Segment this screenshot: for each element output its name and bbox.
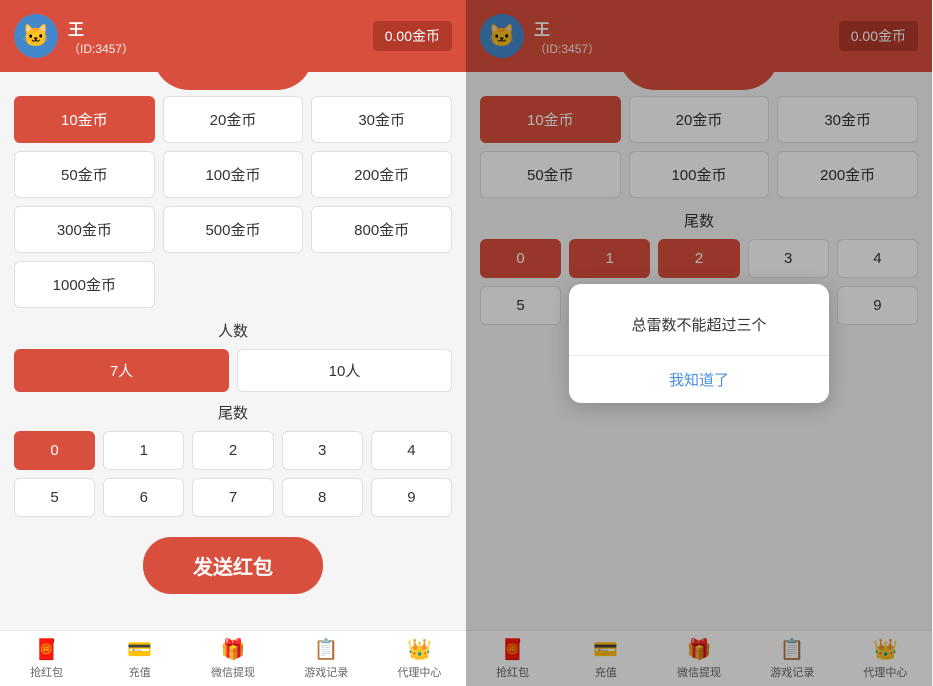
people-btn-7[interactable]: 7人 (14, 349, 229, 392)
right-modal-confirm-button[interactable]: 我知道了 (569, 356, 829, 403)
left-nav-wechat[interactable]: 🎁 微信提现 (186, 631, 279, 686)
coin-btn-20[interactable]: 20金币 (163, 96, 304, 143)
left-people-title: 人数 (14, 320, 452, 341)
left-send-wrap: 发送红包 (14, 531, 452, 598)
coin-btn-100[interactable]: 100金币 (163, 151, 304, 198)
coin-btn-800[interactable]: 800金币 (311, 206, 452, 253)
left-nav-wechat-icon: 🎁 (221, 637, 246, 662)
tail-btn-0[interactable]: 0 (14, 431, 95, 470)
left-user-id: （ID:3457） (68, 40, 134, 57)
left-nav-chongzhi-icon: 💳 (127, 637, 152, 662)
left-nav-hongbao-label: 抢红包 (30, 664, 63, 680)
right-modal: 总雷数不能超过三个 我知道了 (569, 284, 829, 403)
tail-btn-2[interactable]: 2 (192, 431, 273, 470)
left-avatar: 🐱 (14, 14, 58, 58)
left-nav-wechat-label: 微信提现 (211, 664, 255, 680)
left-coin-badge: 0.00金币 (373, 21, 452, 51)
left-nav-hongbao[interactable]: 🧧 抢红包 (0, 631, 93, 686)
right-modal-body: 总雷数不能超过三个 (569, 284, 829, 355)
left-nav-agent-icon: 👑 (407, 637, 432, 662)
left-people-row: 7人 10人 (14, 349, 452, 392)
left-nav-agent-label: 代理中心 (397, 664, 441, 680)
left-send-button[interactable]: 发送红包 (143, 537, 323, 594)
people-btn-10[interactable]: 10人 (237, 349, 452, 392)
left-coins-grid: 10金币 20金币 30金币 50金币 100金币 200金币 300金币 50… (14, 96, 452, 308)
left-tail-title: 尾数 (14, 402, 452, 423)
tail-btn-5[interactable]: 5 (14, 478, 95, 517)
coin-btn-500[interactable]: 500金币 (163, 206, 304, 253)
right-modal-overlay: 总雷数不能超过三个 我知道了 (466, 0, 932, 686)
left-user-info: 王 （ID:3457） (68, 16, 134, 57)
left-bottom-nav: 🧧 抢红包 💳 充值 🎁 微信提现 📋 游戏记录 👑 代理中心 (0, 630, 466, 686)
left-user-name: 王 (68, 16, 134, 40)
tail-btn-4[interactable]: 4 (371, 431, 452, 470)
tail-btn-3[interactable]: 3 (282, 431, 363, 470)
left-panel: 🐱 王 （ID:3457） 0.00金币 10金币 20金币 30金币 50金币… (0, 0, 466, 686)
left-nav-agent[interactable]: 👑 代理中心 (373, 631, 466, 686)
tail-btn-9[interactable]: 9 (371, 478, 452, 517)
coin-btn-30[interactable]: 30金币 (311, 96, 452, 143)
tail-btn-6[interactable]: 6 (103, 478, 184, 517)
coin-btn-10[interactable]: 10金币 (14, 96, 155, 143)
tail-btn-1[interactable]: 1 (103, 431, 184, 470)
tail-btn-8[interactable]: 8 (282, 478, 363, 517)
left-nav-records[interactable]: 📋 游戏记录 (280, 631, 373, 686)
coin-btn-300[interactable]: 300金币 (14, 206, 155, 253)
tail-btn-7[interactable]: 7 (192, 478, 273, 517)
left-nav-records-label: 游戏记录 (304, 664, 348, 680)
right-modal-message: 总雷数不能超过三个 (631, 317, 766, 334)
coin-btn-50[interactable]: 50金币 (14, 151, 155, 198)
left-nav-records-icon: 📋 (314, 637, 339, 662)
left-nav-hongbao-icon: 🧧 (34, 637, 59, 662)
coin-btn-1000[interactable]: 1000金币 (14, 261, 155, 308)
left-nav-chongzhi[interactable]: 💳 充值 (93, 631, 186, 686)
right-modal-footer: 我知道了 (569, 355, 829, 403)
left-nav-chongzhi-label: 充值 (129, 664, 151, 680)
right-panel: 🐱 王 （ID:3457） 0.00金币 10金币 20金币 30金币 50金币… (466, 0, 932, 686)
coin-btn-200[interactable]: 200金币 (311, 151, 452, 198)
left-header: 🐱 王 （ID:3457） 0.00金币 (0, 0, 466, 72)
left-tail-grid: 0 1 2 3 4 5 6 7 8 9 (14, 431, 452, 517)
left-content: 10金币 20金币 30金币 50金币 100金币 200金币 300金币 50… (0, 72, 466, 630)
